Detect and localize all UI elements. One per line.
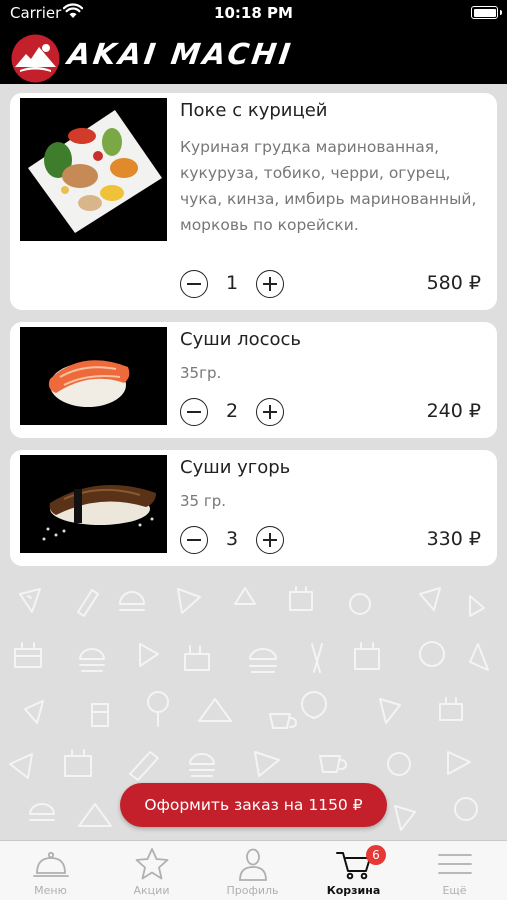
product-name: Поке с курицей bbox=[180, 100, 328, 121]
person-icon bbox=[238, 848, 267, 881]
status-bar: Carrier 10:18 PM bbox=[0, 0, 507, 26]
menu-icon bbox=[437, 854, 472, 874]
quantity-value: 1 bbox=[225, 272, 239, 294]
quantity-value: 3 bbox=[225, 528, 239, 550]
product-name: Суши угорь bbox=[180, 457, 291, 478]
product-description: Куриная грудка маринованная, кукуруза, т… bbox=[180, 138, 477, 234]
cart-count-badge: 6 bbox=[366, 845, 386, 865]
star-icon bbox=[135, 848, 168, 880]
battery-icon bbox=[471, 6, 502, 19]
checkout-button[interactable]: Оформить заказ на 1150 ₽ bbox=[120, 783, 387, 827]
product-name: Суши лосось bbox=[180, 329, 302, 350]
product-image bbox=[20, 98, 167, 241]
product-image bbox=[20, 455, 167, 553]
cart-item[interactable]: Поке с курицей Куриная грудка маринованн… bbox=[10, 93, 497, 310]
product-weight: 35гр. bbox=[180, 364, 222, 382]
cart-item[interactable]: Суши лосось 35гр. 2 240 ₽ bbox=[10, 322, 497, 438]
logo-icon bbox=[11, 34, 60, 83]
quantity-stepper[interactable]: 3 bbox=[180, 526, 290, 554]
plus-circle-icon[interactable] bbox=[256, 270, 284, 298]
product-weight: 35 гр. bbox=[180, 492, 227, 510]
quantity-stepper[interactable]: 2 bbox=[180, 398, 290, 426]
tab-label: Меню bbox=[34, 884, 67, 897]
tab-label: Корзина bbox=[326, 884, 381, 897]
quantity-value: 2 bbox=[225, 400, 239, 422]
clock: 10:18 PM bbox=[214, 4, 293, 22]
app-header: AKAI MACHI bbox=[0, 26, 507, 84]
item-price: 240 ₽ bbox=[426, 400, 481, 422]
tab-bar: Меню Акции Профиль 6 Корзина Ещё bbox=[0, 840, 507, 900]
tab-label: Акции bbox=[133, 884, 170, 897]
minus-circle-icon[interactable] bbox=[180, 270, 208, 298]
logo-text: AKAI MACHI bbox=[65, 37, 296, 71]
plus-circle-icon[interactable] bbox=[256, 398, 284, 426]
tab-more[interactable]: Ещё bbox=[404, 841, 505, 900]
item-price: 330 ₽ bbox=[426, 528, 481, 550]
item-price: 580 ₽ bbox=[426, 272, 481, 294]
cart-content[interactable]: Поке с курицей Куриная грудка маринованн… bbox=[0, 84, 507, 840]
plus-circle-icon[interactable] bbox=[256, 526, 284, 554]
product-image bbox=[20, 327, 167, 425]
tab-label: Профиль bbox=[226, 884, 279, 897]
cart-item[interactable]: Суши угорь 35 гр. 3 330 ₽ bbox=[10, 450, 497, 566]
tab-menu[interactable]: Меню bbox=[0, 841, 101, 900]
tab-cart[interactable]: 6 Корзина bbox=[303, 841, 404, 900]
tab-promotions[interactable]: Акции bbox=[101, 841, 202, 900]
tab-label: Ещё bbox=[442, 884, 467, 897]
quantity-stepper[interactable]: 1 bbox=[180, 270, 290, 298]
cloche-icon bbox=[32, 851, 69, 877]
minus-circle-icon[interactable] bbox=[180, 398, 208, 426]
minus-circle-icon[interactable] bbox=[180, 526, 208, 554]
tab-profile[interactable]: Профиль bbox=[202, 841, 303, 900]
